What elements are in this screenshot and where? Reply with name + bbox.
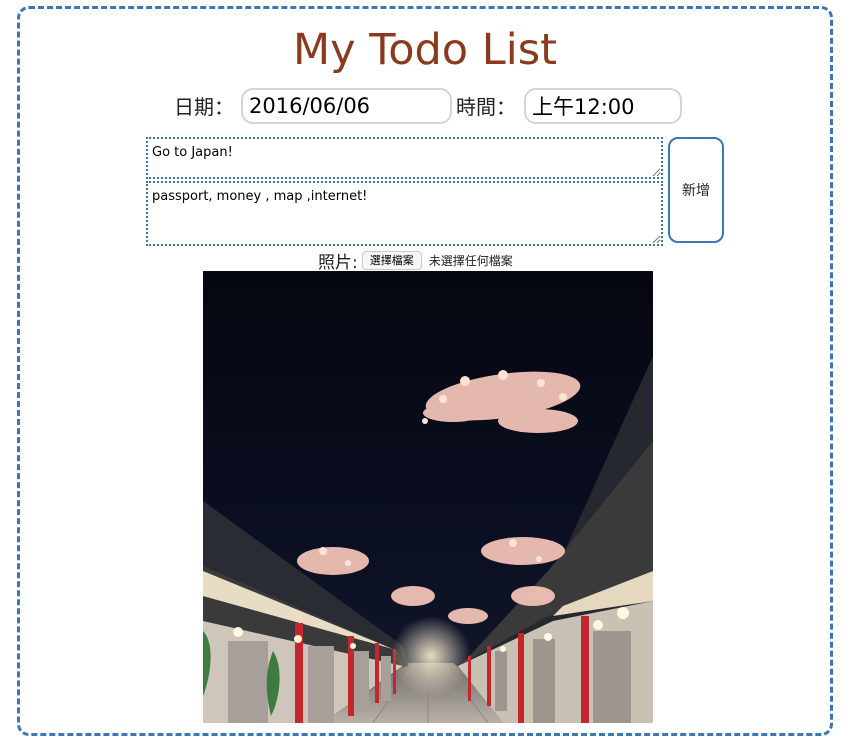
date-label: 日期： xyxy=(174,95,234,119)
file-status-text: 未選擇任何檔案 xyxy=(428,253,513,268)
time-field[interactable] xyxy=(524,88,682,124)
page-title: My Todo List xyxy=(293,25,557,75)
todo-detail-input[interactable]: passport, money , map ,internet! xyxy=(146,181,663,246)
date-field[interactable] xyxy=(241,88,452,124)
todo-photo xyxy=(203,271,653,723)
choose-file-button[interactable]: 選擇檔案 xyxy=(361,250,422,270)
photo-label: 照片: xyxy=(318,252,358,273)
photo-upload-row: 照片: 選擇檔案 未選擇任何檔案 xyxy=(318,249,513,273)
todo-title-input[interactable]: Go to Japan! xyxy=(146,137,663,179)
time-label: 時間： xyxy=(456,95,516,119)
add-button[interactable]: 新增 xyxy=(668,137,724,243)
